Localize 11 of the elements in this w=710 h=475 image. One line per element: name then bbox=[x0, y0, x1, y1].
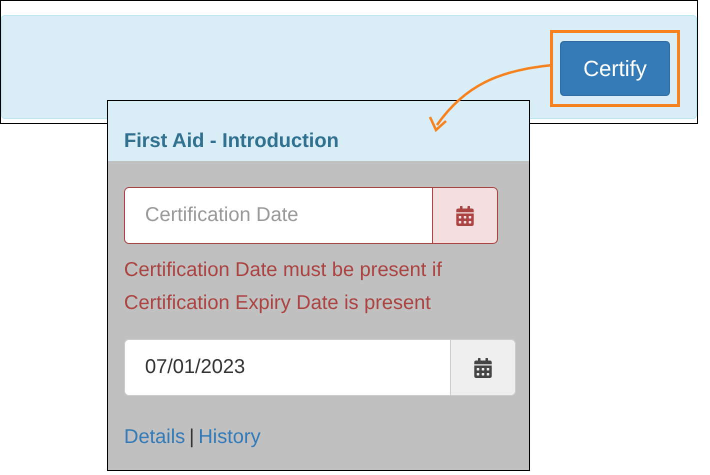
calendar-icon bbox=[473, 358, 493, 378]
link[interactable]: History bbox=[198, 426, 261, 449]
date-field[interactable]: 07/01/2023 bbox=[124, 339, 450, 396]
calendar-button[interactable] bbox=[432, 187, 498, 244]
error-message: Certification Date must be present if Certification Expiry Date is present bbox=[124, 258, 443, 316]
link-separator: | bbox=[189, 426, 194, 449]
link[interactable]: Details bbox=[124, 426, 186, 449]
certify-button[interactable]: Certify bbox=[560, 41, 670, 96]
date-field[interactable]: Certification Date bbox=[124, 187, 432, 244]
popover-title: First Aid - Introduction bbox=[124, 128, 339, 152]
calendar-icon bbox=[455, 206, 475, 226]
